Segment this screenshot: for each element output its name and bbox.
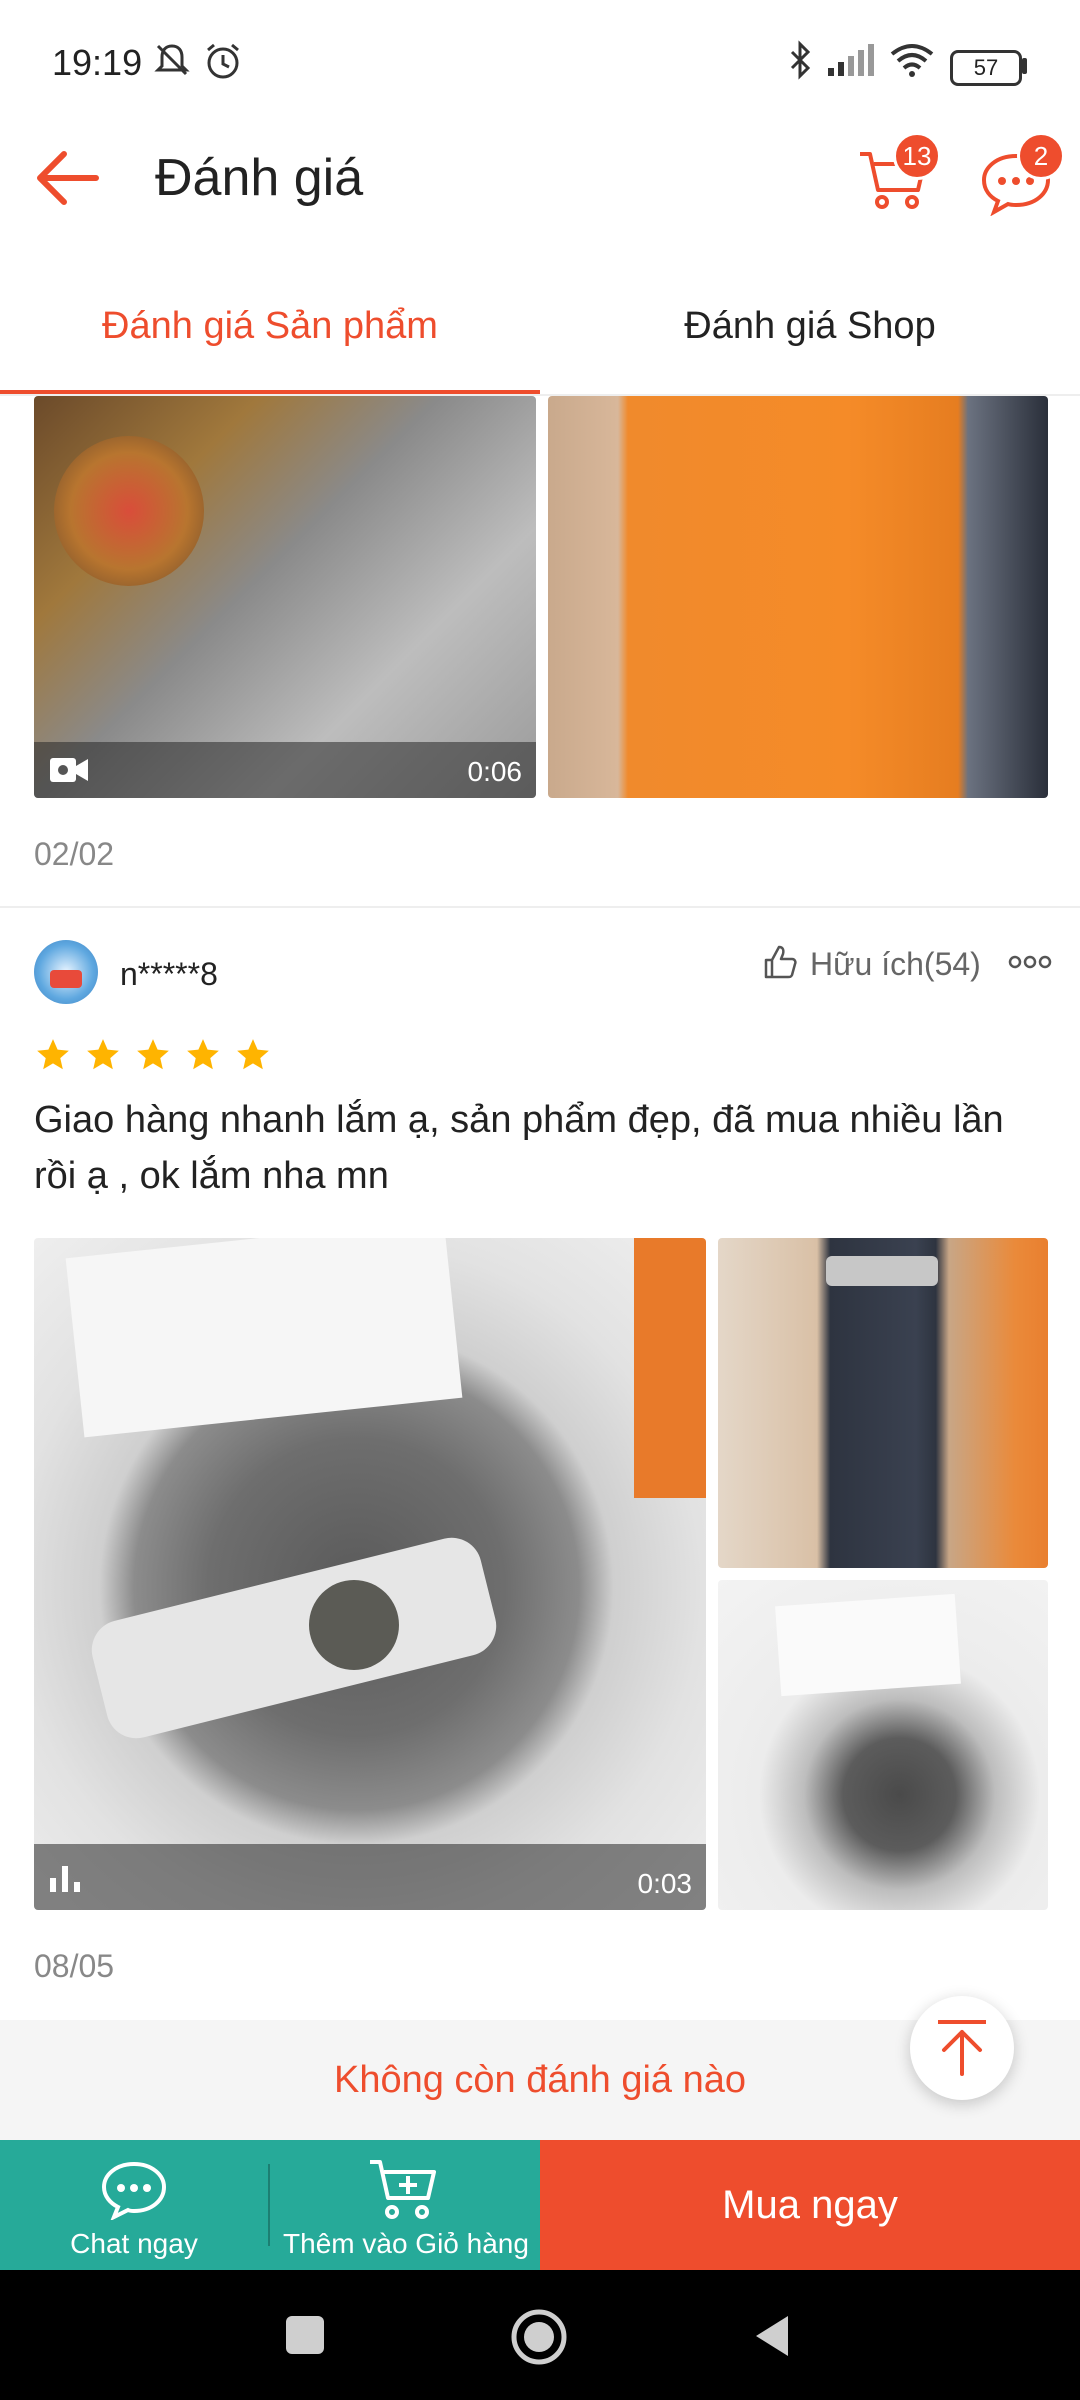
video-camera-icon (50, 758, 88, 782)
bell-muted-icon (154, 44, 190, 76)
orange-edge (634, 1238, 706, 1498)
chat-badge: 2 (1017, 132, 1065, 180)
audio-bars-icon (50, 1866, 80, 1892)
review-image-lid[interactable] (718, 1580, 1048, 1910)
video-duration: 0:03 (637, 1868, 693, 1899)
star-icon (237, 1039, 269, 1070)
review-image-orange-tumbler[interactable] (548, 396, 1048, 798)
buy-now-button[interactable]: Mua ngay (540, 2140, 1080, 2270)
review-video-thumbnail[interactable]: 0:03 (34, 1238, 706, 1910)
alarm-icon (207, 43, 239, 79)
status-time: 19:19 (52, 42, 143, 83)
bluetooth-icon (790, 40, 811, 80)
bottom-action-left: Chat ngay Thêm vào Giỏ hàng (0, 2140, 540, 2270)
status-bar: 19:19 57 (0, 0, 1080, 130)
page-title: Đánh giá (155, 149, 364, 207)
add-cart-icon (370, 2160, 436, 2219)
battery-level: 57 (973, 55, 999, 80)
star-icon (87, 1039, 119, 1070)
reviewer-username: n*****8 (120, 956, 218, 992)
back-arrow-icon[interactable] (34, 148, 102, 208)
star-rating (34, 1036, 274, 1076)
helpful-count[interactable]: Hữu ích(54) (810, 946, 981, 983)
add-to-cart-button[interactable]: Thêm vào Giỏ hàng (272, 2140, 540, 2270)
tumbler-rim (826, 1256, 938, 1286)
review-image-black-tumbler[interactable] (718, 1238, 1048, 1568)
battery-icon: 57 (950, 50, 1022, 86)
chat-bubble-icon (101, 2161, 167, 2220)
scroll-to-top-button[interactable] (910, 1996, 1014, 2100)
thumbs-up-icon[interactable] (762, 944, 798, 980)
review-date: 02/02 (34, 836, 115, 872)
tab-shop-reviews[interactable]: Đánh giá Shop (540, 270, 1080, 394)
add-to-cart-label: Thêm vào Giỏ hàng (283, 2228, 529, 2259)
system-nav-bar (0, 2270, 1080, 2400)
back-nav-icon[interactable] (752, 2312, 792, 2360)
star-icon (37, 1039, 69, 1070)
signal-icon (828, 44, 874, 76)
review-date: 08/05 (34, 1948, 115, 1984)
battery-tip (1022, 58, 1027, 74)
more-options-icon[interactable] (1008, 952, 1052, 972)
chat-now-button[interactable]: Chat ngay (0, 2140, 268, 2270)
receipt-shape (65, 1238, 463, 1438)
arrow-up-icon (938, 2020, 986, 2076)
review-text: Giao hàng nhanh lắm ạ, sản phẩm đẹp, đã … (34, 1099, 1004, 1197)
tab-product-reviews[interactable]: Đánh giá Sản phẩm (0, 270, 540, 394)
jar-shape (54, 436, 204, 586)
lid-button-shape (309, 1580, 399, 1670)
recent-apps-icon[interactable] (286, 2316, 324, 2354)
video-duration: 0:06 (467, 756, 523, 787)
video-overlay-bar: 0:03 (34, 1844, 706, 1910)
star-icon (187, 1039, 219, 1070)
video-overlay-bar: 0:06 (34, 742, 536, 798)
star-icon (137, 1039, 169, 1070)
lid-slider-shape (85, 1531, 503, 1745)
bottom-divider (268, 2164, 270, 2246)
wifi-icon (890, 44, 934, 77)
cart-badge: 13 (893, 132, 941, 180)
avatar[interactable] (34, 940, 98, 1004)
home-icon[interactable] (510, 2308, 568, 2366)
avatar-detail (50, 970, 82, 988)
receipt-shape (775, 1593, 961, 1697)
review-video-thumbnail[interactable]: 0:06 (34, 396, 536, 798)
review-separator (0, 906, 1080, 908)
chat-now-label: Chat ngay (70, 2228, 198, 2259)
